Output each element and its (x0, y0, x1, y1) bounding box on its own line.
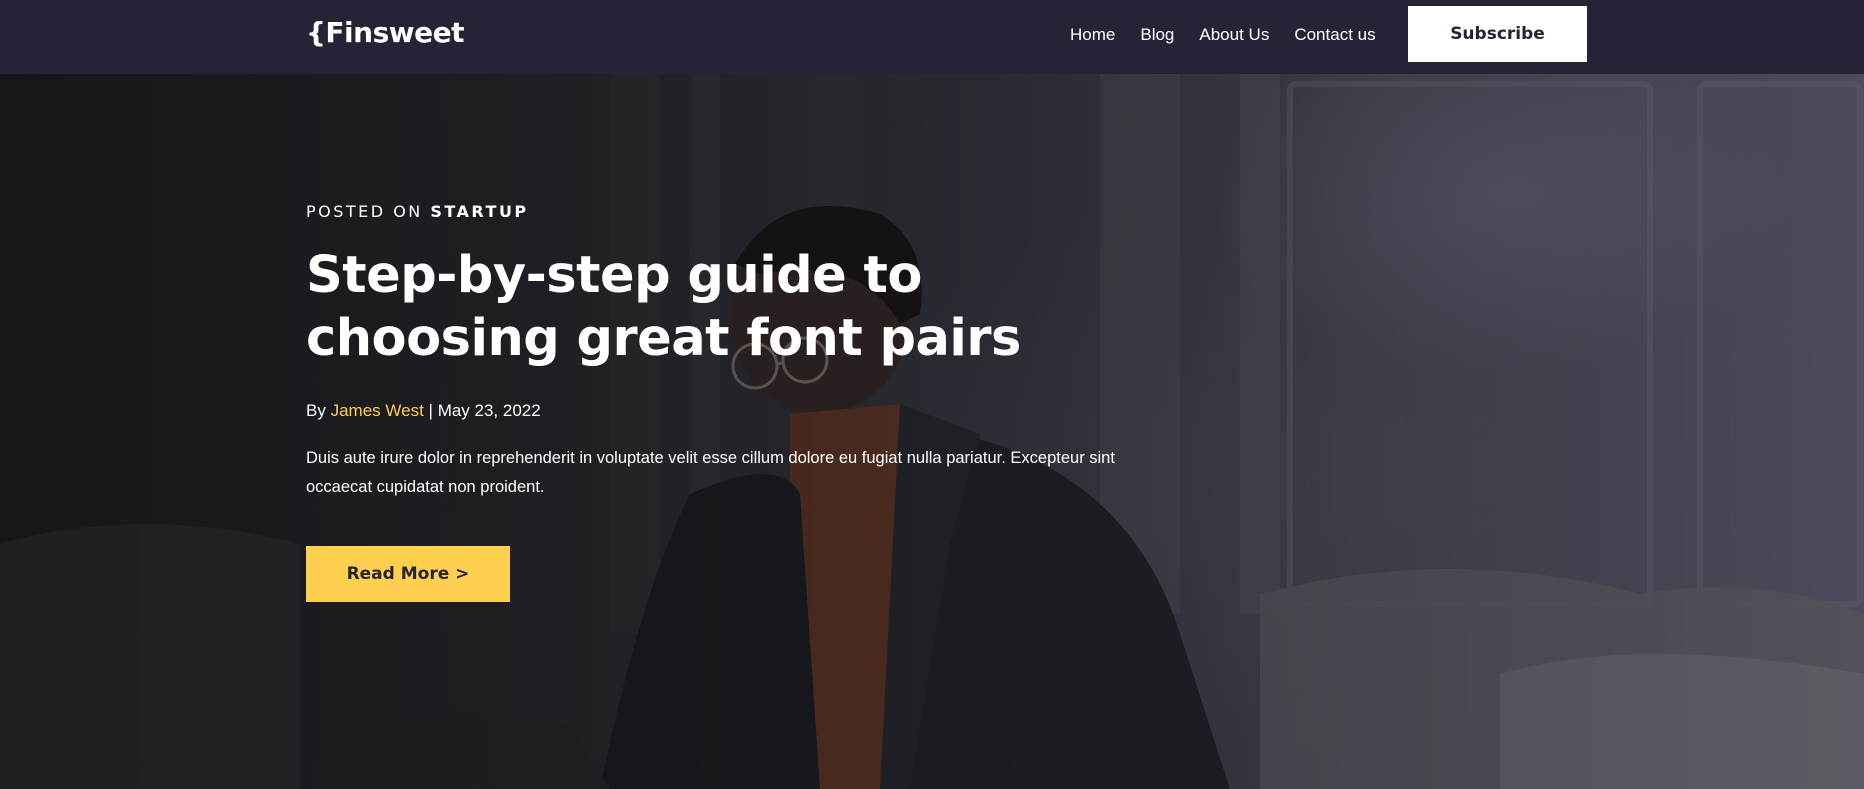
nav-link-blog[interactable]: Blog (1140, 25, 1174, 45)
read-more-button[interactable]: Read More > (306, 546, 510, 602)
category-link[interactable]: STARTUP (430, 202, 528, 221)
post-title: Step-by-step guide to choosing great fon… (306, 246, 1021, 368)
byline-prefix: By (306, 401, 326, 420)
hero-dark-overlay (0, 74, 1864, 789)
post-date: May 23, 2022 (437, 401, 541, 420)
top-navigation: {Finsweet Home Blog About Us Contact us … (0, 0, 1864, 74)
author-link[interactable]: James West (331, 401, 424, 420)
nav-link-home[interactable]: Home (1070, 25, 1115, 45)
posted-on-prefix: POSTED ON (306, 202, 423, 221)
nav-link-contact-us[interactable]: Contact us (1294, 25, 1375, 45)
byline-separator: | (428, 401, 433, 420)
finsweet-logo[interactable]: {Finsweet (306, 15, 465, 51)
hero-section: POSTED ON STARTUP Step-by-step guide to … (0, 74, 1864, 789)
post-excerpt: Duis aute irure dolor in reprehenderit i… (306, 449, 1115, 496)
nav-links: Home Blog About Us Contact us (1070, 0, 1401, 70)
posted-on-line: POSTED ON STARTUP (306, 202, 529, 221)
subscribe-button[interactable]: Subscribe (1408, 6, 1587, 62)
nav-link-about-us[interactable]: About Us (1199, 25, 1269, 45)
post-byline: By James West | May 23, 2022 (306, 401, 541, 421)
